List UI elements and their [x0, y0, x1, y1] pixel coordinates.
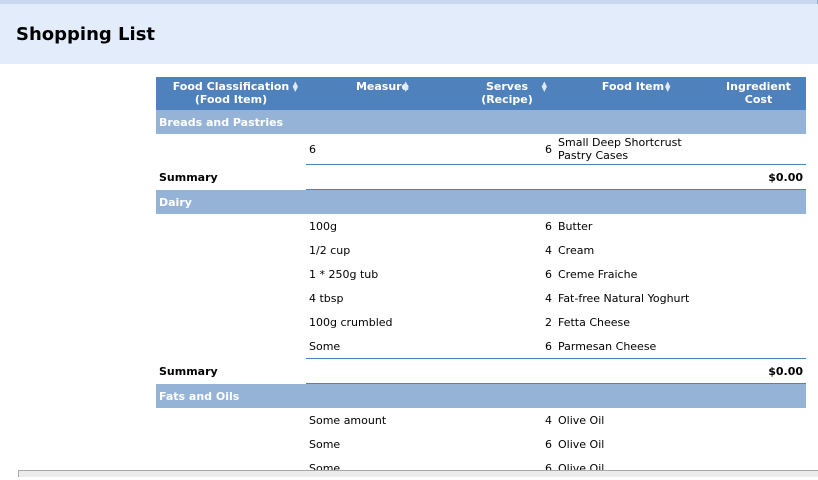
cost-cell [711, 408, 806, 432]
table-row: Some 6 Olive Oil [156, 432, 806, 456]
sort-arrows-icon[interactable]: ▲ ▼ [542, 81, 547, 93]
cost-cell [711, 286, 806, 310]
food-item-cell: Creme Fraiche [558, 267, 638, 281]
measure-cell: 6 [309, 142, 316, 156]
serves-cell: 6 [545, 267, 552, 281]
table-row: Some amount 4 Olive Oil [156, 408, 806, 432]
classification-cell [156, 286, 306, 310]
column-header-label: Food Classification (Food Item) [172, 80, 290, 106]
food-item-cell: Olive Oil [558, 413, 605, 427]
measure-cell: 1 * 250g tub [309, 267, 379, 281]
serves-cell: 6 [545, 219, 552, 233]
measure-cell: 4 tbsp [309, 291, 344, 305]
serves-cell: 4 [545, 413, 552, 427]
column-header-food-item[interactable]: Food Item ▲ ▼ [555, 77, 711, 110]
classification-cell [156, 334, 306, 359]
food-item-cell: Butter [558, 219, 593, 233]
classification-cell [156, 214, 306, 238]
classification-cell [156, 238, 306, 262]
summary-row: Summary $0.00 [156, 358, 806, 384]
classification-cell [156, 408, 306, 432]
serves-cell: 4 [545, 243, 552, 257]
group-row: Dairy [156, 189, 806, 214]
cost-cell [711, 214, 806, 238]
column-header-label: Serves (Recipe) [481, 80, 533, 106]
summary-label: Summary [159, 170, 218, 184]
table-row: 1/2 cup 4 Cream [156, 238, 806, 262]
food-item-cell: Fetta Cheese [558, 315, 631, 329]
sort-arrows-icon[interactable]: ▲ ▼ [665, 81, 670, 93]
table-row: 6 6 Small Deep Shortcrust Pastry Cases [156, 134, 806, 165]
serves-cell: 2 [545, 315, 552, 329]
column-header-ingredient-cost[interactable]: Ingredient Cost [711, 77, 806, 110]
cost-cell [711, 334, 806, 359]
food-item-cell: Fat-free Natural Yoghurt [558, 291, 690, 305]
summary-total: $0.00 [306, 164, 806, 190]
serves-cell: 6 [545, 339, 552, 353]
measure-cell: 1/2 cup [309, 243, 351, 257]
food-item-cell: Olive Oil [558, 437, 605, 451]
classification-cell [156, 134, 306, 165]
table-row: Some 6 Parmesan Cheese [156, 334, 806, 359]
classification-cell [156, 310, 306, 334]
group-label: Dairy [156, 189, 806, 214]
table-row: 1 * 250g tub 6 Creme Fraiche [156, 262, 806, 286]
column-header-label: Food Item [601, 80, 665, 93]
measure-cell: Some [309, 437, 341, 451]
column-header-row: Food Classification (Food Item) ▲ ▼ Measu… [156, 77, 806, 110]
table-row: 100g 6 Butter [156, 214, 806, 238]
column-header-food-classification[interactable]: Food Classification (Food Item) ▲ ▼ [156, 77, 306, 110]
summary-total: $0.00 [306, 358, 806, 384]
measure-cell: 100g [309, 219, 337, 233]
measure-cell: 100g crumbled [309, 315, 393, 329]
food-item-cell: Parmesan Cheese [558, 339, 657, 353]
cost-cell [711, 310, 806, 334]
group-label: Breads and Pastries [156, 110, 806, 134]
cost-cell [711, 262, 806, 286]
shopping-list-table: Food Classification (Food Item) ▲ ▼ Measu… [156, 77, 806, 480]
summary-row: Summary $0.00 [156, 164, 806, 190]
measure-cell: Some amount [309, 413, 387, 427]
cost-cell [711, 432, 806, 456]
column-header-serves[interactable]: Serves (Recipe) ▲ ▼ [459, 77, 555, 110]
page-title: Shopping List [16, 24, 156, 45]
group-row: Fats and Oils [156, 383, 806, 408]
sort-arrows-icon[interactable]: ▲ ▼ [293, 81, 298, 93]
sort-arrows-icon[interactable]: ▲ ▼ [403, 81, 408, 93]
food-item-cell: Cream [558, 243, 595, 257]
measure-cell: Some [309, 339, 341, 353]
group-label: Fats and Oils [156, 383, 806, 408]
classification-cell [156, 262, 306, 286]
report-table-container: Food Classification (Food Item) ▲ ▼ Measu… [156, 77, 806, 480]
summary-label: Summary [159, 364, 218, 378]
serves-cell: 4 [545, 291, 552, 305]
column-header-label: Measure [355, 80, 410, 93]
page-header: Shopping List [0, 4, 818, 64]
table-row: 100g crumbled 2 Fetta Cheese [156, 310, 806, 334]
column-header-label: Ingredient Cost [726, 80, 791, 106]
cost-cell [711, 238, 806, 262]
serves-cell: 6 [545, 142, 552, 156]
cost-cell [711, 134, 806, 165]
table-row: 4 tbsp 4 Fat-free Natural Yoghurt [156, 286, 806, 310]
group-row: Breads and Pastries [156, 110, 806, 134]
classification-cell [156, 432, 306, 456]
column-header-measure[interactable]: Measure ▲ ▼ [306, 77, 459, 110]
serves-cell: 6 [545, 437, 552, 451]
food-item-cell: Small Deep Shortcrust Pastry Cases [558, 136, 682, 162]
